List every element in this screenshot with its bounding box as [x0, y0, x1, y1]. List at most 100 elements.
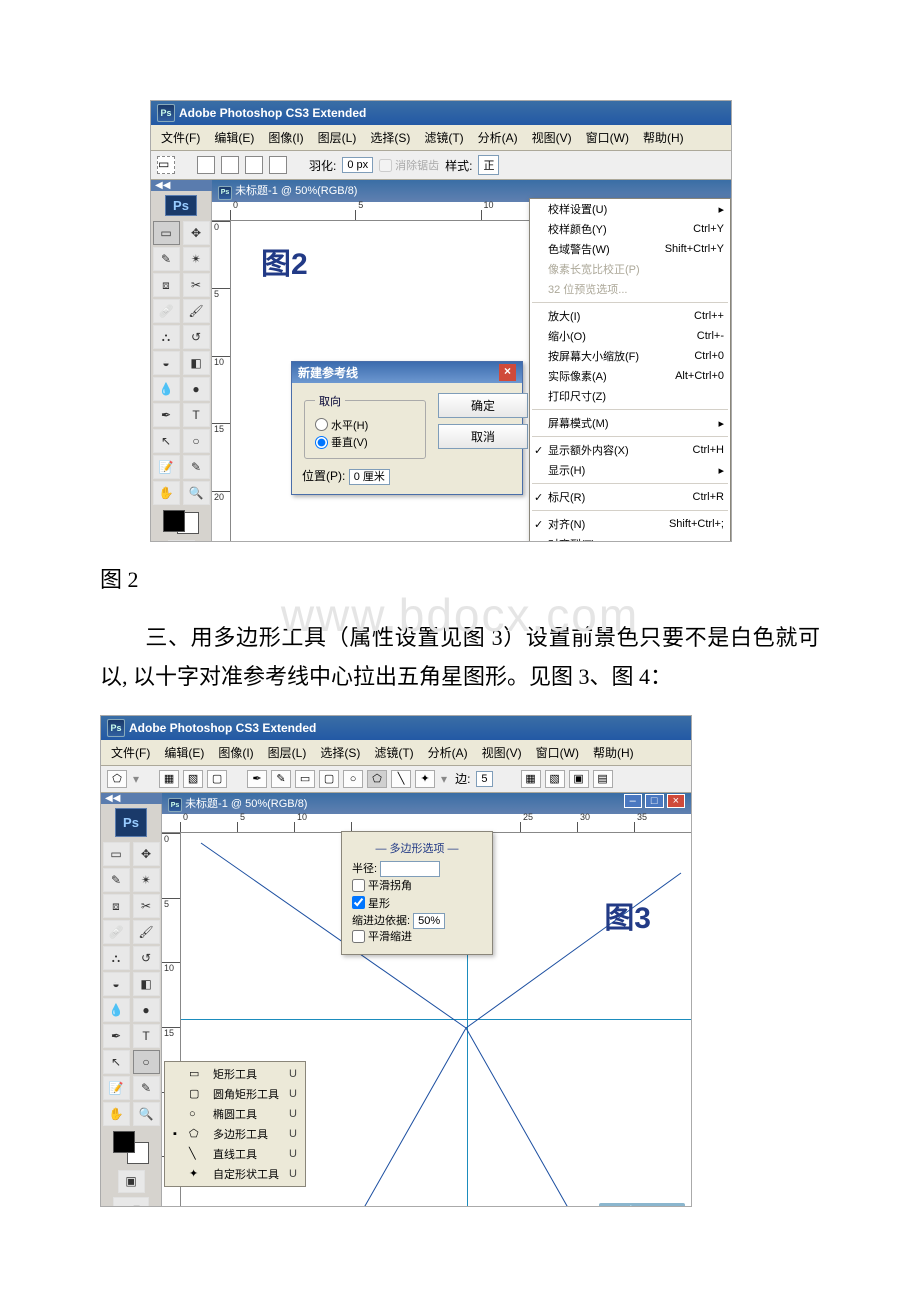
smooth-corner-check[interactable]: 平滑拐角: [352, 877, 412, 893]
menu-analysis[interactable]: 分析(A): [422, 742, 474, 763]
shape-menu-item[interactable]: ▢圆角矩形工具U: [165, 1084, 305, 1104]
shape-menu-item[interactable]: ○椭圆工具U: [165, 1104, 305, 1124]
polygon-tool-icon[interactable]: ⬠: [107, 770, 127, 788]
menu-layer[interactable]: 图层(L): [262, 742, 313, 763]
gradient-tool-icon[interactable]: ◧: [133, 972, 160, 996]
menu-file[interactable]: 文件(F): [155, 127, 206, 148]
selection-new-icon[interactable]: [197, 156, 215, 174]
screenmode-icon[interactable]: ▭▾: [113, 1197, 149, 1207]
star-check[interactable]: 星形: [352, 895, 390, 911]
crop-tool-icon[interactable]: ⧈: [103, 894, 130, 918]
brush-tool-icon[interactable]: 🖌: [183, 299, 210, 323]
ellipse-icon[interactable]: ○: [343, 770, 363, 788]
menu-item[interactable]: 放大(I)Ctrl++: [530, 306, 730, 326]
subtract-icon[interactable]: ▧: [545, 770, 565, 788]
menu-select[interactable]: 选择(S): [364, 127, 416, 148]
wand-tool-icon[interactable]: ✴: [183, 247, 210, 271]
hand-tool-icon[interactable]: ✋: [103, 1102, 130, 1126]
smooth-indent-check[interactable]: 平滑缩进: [352, 928, 412, 944]
shape-layer-icon[interactable]: ▦: [159, 770, 179, 788]
eraser-tool-icon[interactable]: ◒: [103, 972, 130, 996]
radio-vertical[interactable]: 垂直(V): [315, 434, 368, 450]
history-tool-icon[interactable]: ↺: [183, 325, 210, 349]
menu-view[interactable]: 视图(V): [526, 127, 578, 148]
eyedrop-tool-icon[interactable]: ✎: [133, 1076, 160, 1100]
stamp-tool-icon[interactable]: ⛬: [153, 325, 180, 349]
zoom-tool-icon[interactable]: 🔍: [183, 481, 210, 505]
selection-subtract-icon[interactable]: [245, 156, 263, 174]
menu-view[interactable]: 视图(V): [476, 742, 528, 763]
shape-tool-flyout[interactable]: ▭矩形工具U▢圆角矩形工具U○椭圆工具U▪⬠多边形工具U╲直线工具U✦自定形状工…: [164, 1061, 306, 1187]
history-tool-icon[interactable]: ↺: [133, 946, 160, 970]
menu-select[interactable]: 选择(S): [314, 742, 366, 763]
zoom-tool-icon[interactable]: 🔍: [133, 1102, 160, 1126]
lasso-tool-icon[interactable]: ✎: [103, 868, 130, 892]
radio-horizontal[interactable]: 水平(H): [315, 417, 368, 433]
maximize-icon[interactable]: □: [645, 794, 664, 808]
menu-item[interactable]: 实际像素(A)Alt+Ctrl+0: [530, 366, 730, 386]
color-swatch[interactable]: [113, 1131, 149, 1164]
selection-intersect-icon[interactable]: [269, 156, 287, 174]
shape-menu-item[interactable]: ▪⬠多边形工具U: [165, 1124, 305, 1144]
blur-tool-icon[interactable]: 💧: [103, 998, 130, 1022]
eraser-tool-icon[interactable]: ◒: [153, 351, 180, 375]
menu-file[interactable]: 文件(F): [105, 742, 156, 763]
minimize-icon[interactable]: –: [624, 794, 642, 808]
menu-image[interactable]: 图像(I): [262, 127, 309, 148]
pen-icon[interactable]: ✒: [247, 770, 267, 788]
marquee-tool-icon[interactable]: ▭: [103, 842, 130, 866]
combine-icon[interactable]: ▦: [521, 770, 541, 788]
menu-filter[interactable]: 滤镜(T): [418, 127, 469, 148]
shape-tool-icon[interactable]: ○: [133, 1050, 160, 1074]
close-icon[interactable]: ×: [499, 364, 516, 381]
dropdown-arrow-icon[interactable]: ▾: [439, 772, 449, 786]
sides-input[interactable]: 5: [476, 771, 492, 787]
dodge-tool-icon[interactable]: ●: [133, 998, 160, 1022]
quickmask-icon[interactable]: ▣: [168, 540, 195, 542]
menu-window[interactable]: 窗口(W): [530, 742, 585, 763]
indent-input[interactable]: 50%: [413, 913, 445, 929]
pen-tool-icon[interactable]: ✒: [103, 1024, 130, 1048]
dodge-tool-icon[interactable]: ●: [183, 377, 210, 401]
type-tool-icon[interactable]: T: [183, 403, 210, 427]
intersect-icon[interactable]: ▣: [569, 770, 589, 788]
path-tool-icon[interactable]: ↖: [153, 429, 180, 453]
view-menu-dropdown[interactable]: 校样设置(U)校样颜色(Y)Ctrl+Y色域警告(W)Shift+Ctrl+Y像…: [529, 198, 731, 542]
menu-item[interactable]: 打印尺寸(Z): [530, 386, 730, 406]
menu-help[interactable]: 帮助(H): [587, 742, 640, 763]
style-select[interactable]: 正: [478, 155, 499, 175]
radius-input[interactable]: [380, 861, 440, 877]
eyedrop-tool-icon[interactable]: ✎: [183, 455, 210, 479]
marquee-tool-icon[interactable]: ▭: [153, 221, 180, 245]
stamp-tool-icon[interactable]: ⛬: [103, 946, 130, 970]
menu-item[interactable]: 色域警告(W)Shift+Ctrl+Y: [530, 239, 730, 259]
heal-tool-icon[interactable]: 🩹: [103, 920, 130, 944]
path-tool-icon[interactable]: ↖: [103, 1050, 130, 1074]
menu-edit[interactable]: 编辑(E): [208, 127, 260, 148]
selection-add-icon[interactable]: [221, 156, 239, 174]
shape-menu-item[interactable]: ╲直线工具U: [165, 1144, 305, 1164]
menu-image[interactable]: 图像(I): [212, 742, 259, 763]
shape-menu-item[interactable]: ▭矩形工具U: [165, 1064, 305, 1084]
ok-button[interactable]: 确定: [438, 393, 528, 418]
cancel-button[interactable]: 取消: [438, 424, 528, 449]
heal-tool-icon[interactable]: 🩹: [153, 299, 180, 323]
menu-layer[interactable]: 图层(L): [312, 127, 363, 148]
type-tool-icon[interactable]: T: [133, 1024, 160, 1048]
path-mode-icon[interactable]: ▧: [183, 770, 203, 788]
exclude-icon[interactable]: ▤: [593, 770, 613, 788]
menu-item[interactable]: ✓对齐(N)Shift+Ctrl+;: [530, 514, 730, 534]
menu-bar[interactable]: 文件(F) 编辑(E) 图像(I) 图层(L) 选择(S) 滤镜(T) 分析(A…: [101, 740, 691, 766]
menu-item[interactable]: 对齐到(T): [530, 534, 730, 542]
blur-tool-icon[interactable]: 💧: [153, 377, 180, 401]
crop-tool-icon[interactable]: ⧈: [153, 273, 180, 297]
menu-item[interactable]: 校样颜色(Y)Ctrl+Y: [530, 219, 730, 239]
fg-color-icon[interactable]: [163, 510, 185, 532]
quickmask-icon[interactable]: ▣: [118, 1170, 145, 1192]
menu-item[interactable]: ✓标尺(R)Ctrl+R: [530, 487, 730, 507]
menu-item[interactable]: 校样设置(U): [530, 199, 730, 219]
menu-edit[interactable]: 编辑(E): [158, 742, 210, 763]
menu-item[interactable]: 屏幕模式(M): [530, 413, 730, 433]
position-input[interactable]: 0 厘米: [349, 469, 390, 485]
menu-help[interactable]: 帮助(H): [637, 127, 690, 148]
